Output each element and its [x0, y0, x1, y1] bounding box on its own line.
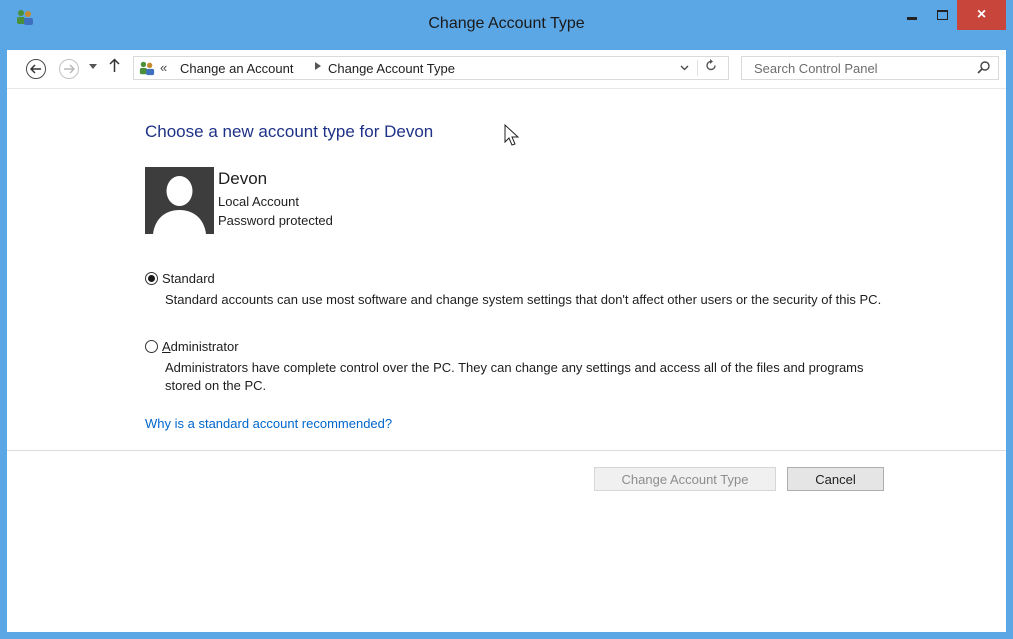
breadcrumb-change-account-type[interactable]: Change Account Type [328, 61, 455, 76]
search-input[interactable] [742, 57, 968, 79]
close-button[interactable]: × [957, 0, 1006, 30]
forward-button[interactable] [59, 59, 79, 79]
address-history-dropdown[interactable] [680, 62, 689, 74]
change-account-type-button[interactable]: Change Account Type [594, 467, 776, 491]
cancel-button[interactable]: Cancel [787, 467, 884, 491]
close-icon: × [976, 6, 987, 23]
back-button[interactable] [26, 59, 46, 79]
window: Change Account Type × « Change an Accoun… [0, 0, 1013, 639]
administrator-description: Administrators have complete control ove… [165, 360, 864, 393]
content-area: « Change an Account Change Account Type [7, 50, 1006, 632]
refresh-icon [706, 59, 716, 71]
account-type: Local Account [218, 194, 299, 209]
chevron-down-icon [89, 64, 97, 69]
arrow-left-icon [30, 64, 41, 74]
up-button[interactable] [109, 58, 120, 77]
minimize-button[interactable] [897, 0, 927, 30]
maximize-icon [936, 10, 948, 20]
address-bar[interactable]: « Change an Account Change Account Type [133, 56, 729, 80]
minimize-icon [907, 16, 917, 20]
arrow-up-icon [109, 58, 120, 72]
chevron-down-icon [680, 65, 689, 71]
administrator-label[interactable]: Administrator [162, 339, 239, 354]
standard-option[interactable]: Standard [145, 271, 215, 286]
administrator-label-rest: dministrator [170, 339, 239, 354]
user-accounts-icon [139, 61, 155, 76]
password-status: Password protected [218, 213, 333, 228]
breadcrumb-overflow[interactable]: « [160, 60, 167, 75]
user-avatar [145, 167, 214, 234]
user-name: Devon [218, 169, 268, 188]
refresh-button[interactable] [705, 59, 717, 75]
standard-description: Standard accounts can use most software … [165, 292, 882, 307]
window-title: Change Account Type [428, 15, 585, 32]
maximize-button[interactable] [927, 0, 957, 30]
page-title: Choose a new account type for Devon [145, 122, 434, 141]
search-box[interactable] [741, 56, 999, 80]
administrator-radio[interactable] [145, 340, 158, 353]
footer-divider [7, 450, 1006, 451]
chevron-right-icon[interactable] [315, 62, 321, 72]
arrow-right-icon [64, 64, 75, 74]
administrator-option[interactable]: Administrator [145, 339, 239, 354]
navigation-bar: « Change an Account Change Account Type [7, 50, 1006, 89]
standard-label[interactable]: Standard [162, 271, 215, 286]
mouse-cursor-icon [504, 124, 520, 146]
user-silhouette-icon [145, 167, 214, 234]
standard-radio[interactable] [145, 272, 158, 285]
standard-account-help-link[interactable]: Why is a standard account recommended? [145, 416, 392, 431]
recent-locations-dropdown[interactable] [89, 62, 97, 72]
address-divider [697, 60, 698, 76]
breadcrumb-change-an-account[interactable]: Change an Account [180, 61, 293, 76]
title-bar[interactable]: Change Account Type × [0, 0, 1013, 50]
search-icon[interactable] [977, 60, 991, 74]
access-key: A [162, 339, 171, 354]
